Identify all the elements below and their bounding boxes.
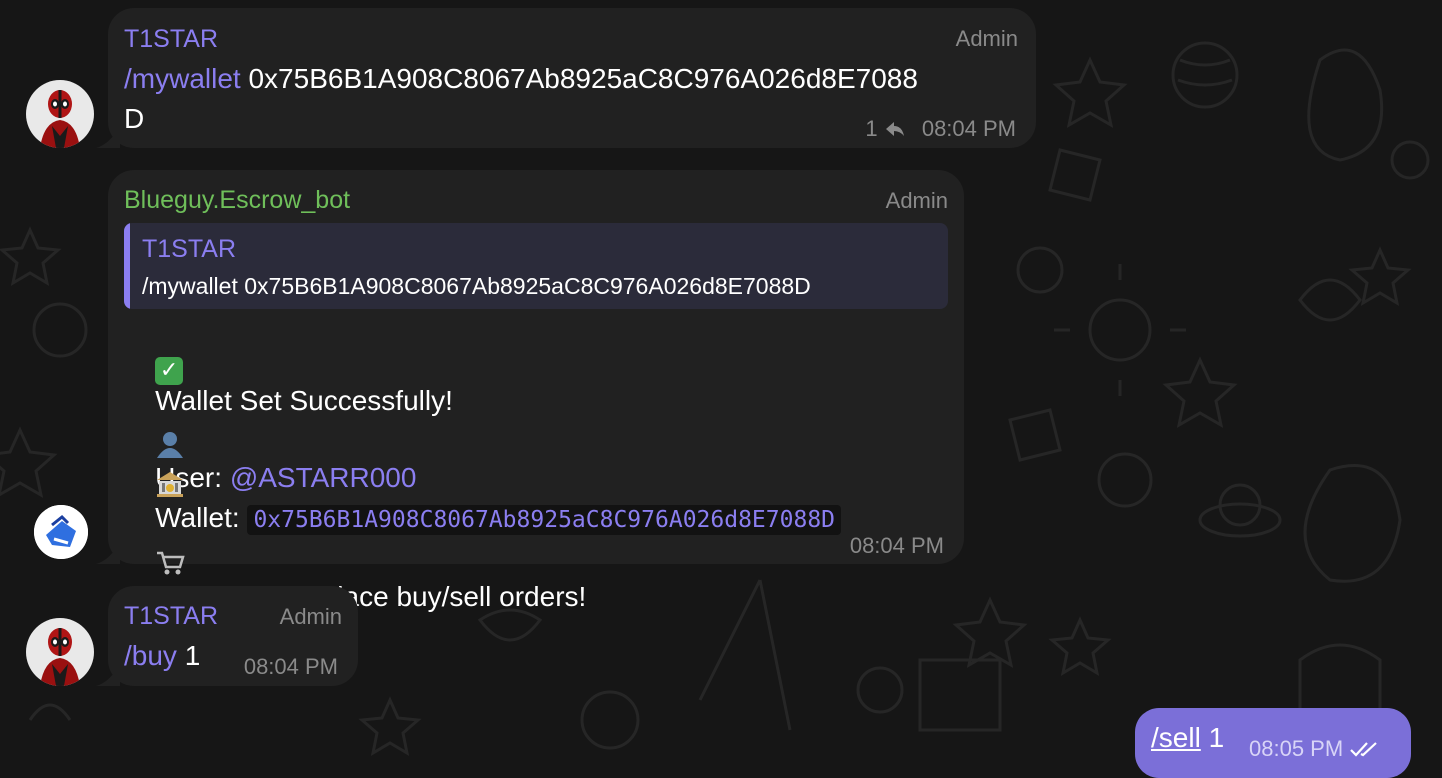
admin-badge: Admin <box>955 26 1018 51</box>
reply-quote[interactable]: T1STAR /mywallet 0x75B6B1A908C8067Ab8925… <box>124 223 948 309</box>
quote-sender: T1STAR <box>142 235 236 263</box>
command-link[interactable]: /buy <box>124 640 177 671</box>
quote-text: /mywallet 0x75B6B1A908C8067Ab8925aC8C976… <box>142 273 811 299</box>
admin-badge: Admin <box>885 188 948 213</box>
sender-name[interactable]: Blueguy.Escrow_bot <box>124 186 350 215</box>
check-mark-button-icon: ✓ <box>155 357 184 385</box>
deadpool-avatar-icon <box>26 80 94 148</box>
escrow-bot-icon <box>34 505 88 559</box>
message-text: /mywallet 0x75B6B1A908C8067Ab8925aC8C976… <box>124 63 918 95</box>
message-meta: 08:05 PM <box>1249 736 1381 762</box>
bank-icon <box>157 472 184 497</box>
sender-name[interactable]: T1STAR <box>124 602 218 631</box>
reply-count[interactable]: 1 <box>865 116 877 141</box>
message-body: 0x75B6B1A908C8067Ab8925aC8C976A026d8E708… <box>240 63 918 94</box>
avatar[interactable] <box>26 618 94 686</box>
message-text: /sell 1 <box>1151 722 1224 754</box>
message-bubble[interactable]: T1STAR Admin /buy 1 08:04 PM <box>96 586 358 686</box>
bubble-tail <box>96 126 120 148</box>
sender-name[interactable]: T1STAR <box>124 25 218 54</box>
command-link[interactable]: /sell <box>1151 722 1201 753</box>
admin-badge: Admin <box>279 604 342 629</box>
message-text: /buy 1 <box>124 640 200 672</box>
reply-arrow-icon[interactable] <box>884 120 906 138</box>
command-link[interactable]: /mywallet <box>124 63 241 94</box>
message-bubble[interactable]: Blueguy.Escrow_bot Admin T1STAR /mywalle… <box>96 170 964 612</box>
bubble-tail <box>96 664 120 686</box>
timestamp: 08:04 PM <box>243 654 338 679</box>
bot-avatar[interactable] <box>34 505 88 559</box>
double-check-icon <box>1350 742 1378 757</box>
message-text-line2: D <box>124 103 145 134</box>
shopping-cart-icon <box>157 551 185 575</box>
timestamp: 08:04 PM <box>921 116 1016 141</box>
timestamp: 08:05 PM <box>1249 736 1344 761</box>
quote-accent-bar <box>124 223 130 309</box>
deadpool-avatar-icon <box>26 618 94 686</box>
message-bubble[interactable]: T1STAR Admin /mywallet 0x75B6B1A908C8067… <box>96 8 1036 148</box>
avatar[interactable] <box>26 80 94 148</box>
message-body: 1 <box>176 640 201 671</box>
message-meta: 1 08:04 PM <box>865 116 1016 142</box>
message-body: 1 <box>1200 722 1225 753</box>
bubble-tail <box>96 542 120 564</box>
timestamp: 08:04 PM <box>849 533 944 558</box>
